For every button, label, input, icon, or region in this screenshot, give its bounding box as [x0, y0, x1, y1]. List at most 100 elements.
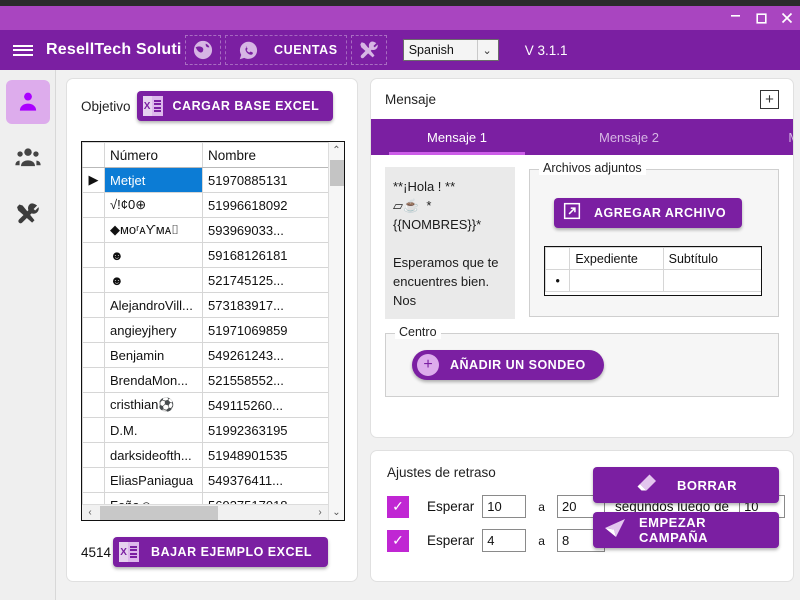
cell-nombre[interactable]: 59168126181 — [203, 243, 331, 268]
clear-button[interactable]: BORRAR — [593, 467, 779, 503]
cell-nombre[interactable]: 549261243... — [203, 343, 331, 368]
att-scroll-left-arrow[interactable]: ‹ — [545, 292, 559, 296]
table-row[interactable]: ◆ᴍᴏʳᴀϒᴍᴀ⌷593969033... — [83, 218, 331, 243]
globe-icon[interactable] — [185, 35, 221, 65]
table-row[interactable]: Benjamin549261243... — [83, 343, 331, 368]
tab-mensaje-1[interactable]: Mensaje 1 — [371, 119, 543, 155]
row-marker[interactable] — [83, 468, 105, 493]
column-header-numero[interactable]: Número — [105, 143, 203, 168]
cell-nombre[interactable]: 51970885131 — [203, 168, 331, 193]
tab-mensaje-2[interactable]: Mensaje 2 — [543, 119, 715, 155]
cell-nombre[interactable]: 549376411... — [203, 468, 331, 493]
cell-nombre[interactable]: 593969033... — [203, 218, 331, 243]
table-vertical-scrollbar[interactable]: ⌃ ⌄ — [328, 142, 344, 520]
cell-numero[interactable]: angieyjhery — [105, 318, 203, 343]
delay-checkbox-2[interactable]: ✓ — [387, 530, 409, 552]
sidebar-item-grupos[interactable] — [6, 136, 50, 180]
vertical-scroll-thumb[interactable] — [330, 160, 344, 186]
att-cell-subtitulo[interactable] — [663, 270, 762, 292]
cell-numero[interactable]: √!¢0⊕ — [105, 193, 203, 218]
hamburger-icon[interactable] — [0, 30, 46, 70]
row-marker[interactable] — [83, 293, 105, 318]
maximize-button[interactable] — [748, 6, 774, 30]
cell-numero[interactable]: D.M. — [105, 418, 203, 443]
download-example-button[interactable]: X BAJAR EJEMPLO EXCEL — [113, 537, 328, 567]
load-excel-button[interactable]: X CARGAR BASE EXCEL — [137, 91, 334, 121]
add-file-button[interactable]: AGREGAR ARCHIVO — [554, 198, 742, 228]
cell-numero[interactable]: AlejandroVill... — [105, 293, 203, 318]
contacts-table[interactable]: Número Nombre ▶Metjet51970885131√!¢0⊕519… — [82, 142, 331, 518]
plus-box-icon[interactable]: + — [760, 90, 779, 109]
tools-icon[interactable] — [351, 35, 387, 65]
scroll-left-arrow[interactable]: ‹ — [82, 507, 98, 518]
scroll-down-arrow[interactable]: ⌄ — [329, 504, 344, 520]
cell-numero[interactable]: Benjamin — [105, 343, 203, 368]
column-header-nombre[interactable]: Nombre — [203, 143, 331, 168]
language-select[interactable]: Spanish ⌄ — [403, 39, 499, 61]
attachments-table[interactable]: Expediente Subtítulo • — [545, 247, 762, 292]
cell-nombre[interactable]: 51992363195 — [203, 418, 331, 443]
close-button[interactable] — [774, 6, 800, 30]
whatsapp-icon[interactable] — [230, 35, 266, 65]
add-poll-button[interactable]: + AÑADIR UN SONDEO — [412, 350, 604, 380]
row-marker[interactable] — [83, 418, 105, 443]
attachments-horizontal-scrollbar[interactable]: ‹ › — [545, 292, 761, 296]
start-campaign-button[interactable]: EMPEZAR CAMPAÑA — [593, 512, 779, 548]
table-row[interactable]: ☻521745125... — [83, 268, 331, 293]
att-column-header-selector[interactable] — [546, 248, 570, 270]
delay-min-input-1[interactable]: 10 — [482, 495, 526, 518]
cell-numero[interactable]: darksideofth... — [105, 443, 203, 468]
cell-numero[interactable]: Metjet — [105, 168, 203, 193]
tab-mensaje-3[interactable]: Men — [715, 119, 793, 155]
table-row[interactable]: angieyjhery51971069859 — [83, 318, 331, 343]
accounts-label[interactable]: CUENTAS — [266, 43, 346, 57]
row-marker[interactable] — [83, 218, 105, 243]
cell-nombre[interactable]: 51996618092 — [203, 193, 331, 218]
cell-nombre[interactable]: 521745125... — [203, 268, 331, 293]
table-row[interactable]: • — [546, 270, 763, 292]
att-column-header-subtitulo[interactable]: Subtítulo — [663, 248, 762, 270]
row-marker[interactable] — [83, 318, 105, 343]
table-row[interactable]: cristhian⚽549115260... — [83, 393, 331, 418]
delay-checkbox-1[interactable]: ✓ — [387, 496, 409, 518]
cell-numero[interactable]: cristhian⚽ — [105, 393, 203, 418]
row-marker[interactable] — [83, 268, 105, 293]
sidebar-item-contacto[interactable] — [6, 80, 50, 124]
accounts-group[interactable]: CUENTAS — [225, 35, 347, 65]
message-preview-text[interactable]: **¡Hola ! ** ▱☕ * {{NOMBRES}}* Esperamos… — [385, 167, 515, 319]
table-horizontal-scrollbar[interactable]: ‹ › — [82, 504, 328, 520]
row-marker[interactable] — [83, 343, 105, 368]
cell-nombre[interactable]: 573183917... — [203, 293, 331, 318]
table-row[interactable]: BrendaMon...521558552... — [83, 368, 331, 393]
row-marker[interactable] — [83, 243, 105, 268]
horizontal-scroll-track[interactable] — [98, 506, 312, 520]
row-marker[interactable] — [83, 443, 105, 468]
table-row[interactable]: D.M.51992363195 — [83, 418, 331, 443]
cell-numero[interactable]: EliasPaniagua — [105, 468, 203, 493]
sidebar-item-herramientas[interactable] — [6, 192, 50, 236]
row-marker[interactable] — [83, 368, 105, 393]
cell-numero[interactable]: ☻ — [105, 268, 203, 293]
att-column-header-expediente[interactable]: Expediente — [570, 248, 663, 270]
cell-numero[interactable]: ◆ᴍᴏʳᴀϒᴍᴀ⌷ — [105, 218, 203, 243]
row-marker[interactable] — [83, 193, 105, 218]
att-cell-expediente[interactable] — [570, 270, 663, 292]
cell-nombre[interactable]: 549115260... — [203, 393, 331, 418]
table-row[interactable]: ▶Metjet51970885131 — [83, 168, 331, 193]
table-row[interactable]: AlejandroVill...573183917... — [83, 293, 331, 318]
table-row[interactable]: √!¢0⊕51996618092 — [83, 193, 331, 218]
cell-numero[interactable]: ☻ — [105, 243, 203, 268]
table-row[interactable]: EliasPaniagua549376411... — [83, 468, 331, 493]
cell-nombre[interactable]: 51948901535 — [203, 443, 331, 468]
horizontal-scroll-thumb[interactable] — [100, 506, 218, 520]
column-header-selector[interactable] — [83, 143, 105, 168]
scroll-up-arrow[interactable]: ⌃ — [329, 142, 344, 158]
row-marker[interactable]: ▶ — [83, 168, 105, 193]
delay-min-input-2[interactable]: 4 — [482, 529, 526, 552]
cell-nombre[interactable]: 521558552... — [203, 368, 331, 393]
minimize-button[interactable] — [722, 6, 748, 30]
table-row[interactable]: ☻59168126181 — [83, 243, 331, 268]
row-marker[interactable] — [83, 393, 105, 418]
table-row[interactable]: darksideofth...51948901535 — [83, 443, 331, 468]
cell-nombre[interactable]: 51971069859 — [203, 318, 331, 343]
